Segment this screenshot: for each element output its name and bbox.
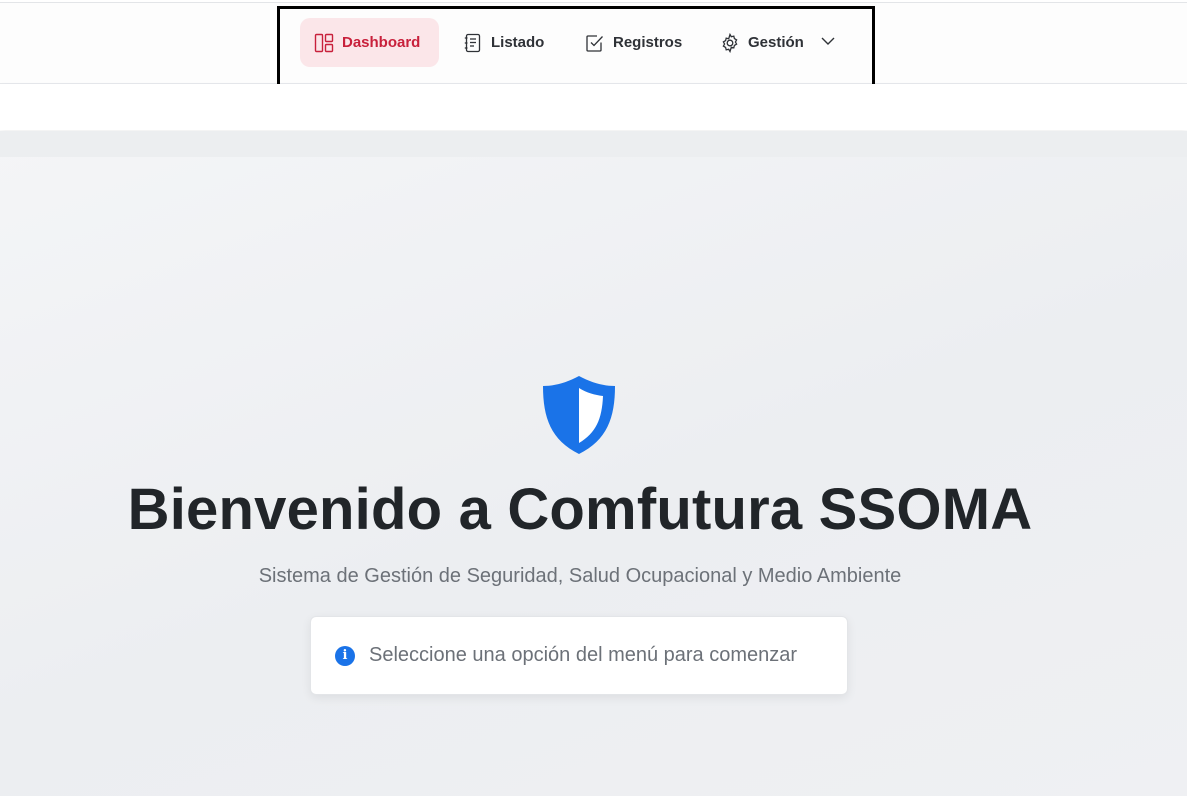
- gear-icon: [720, 32, 740, 53]
- info-message-card: i Seleccione una opción del menú para co…: [310, 616, 848, 695]
- secondary-bar: [0, 84, 1187, 130]
- nav-item-label: Listado: [491, 34, 545, 51]
- info-circle-icon: i: [335, 645, 355, 666]
- checkbox-icon: [585, 33, 605, 53]
- shield-icon: [540, 374, 618, 456]
- nav-item-label: Dashboard: [342, 34, 421, 51]
- top-navbar: Dashboard Listado Registros Gestión: [0, 3, 1187, 87]
- page-subtitle: Sistema de Gestión de Seguridad, Salud O…: [258, 565, 902, 587]
- nav-item-label: Gestión: [748, 34, 804, 51]
- nav-item-dashboard[interactable]: Dashboard: [300, 18, 439, 67]
- nav-item-registros[interactable]: Registros: [571, 18, 696, 67]
- main-content: Bienvenido a Comfutura SSOMA Sistema de …: [0, 131, 1187, 796]
- nav-item-gestion[interactable]: Gestión: [706, 18, 848, 67]
- nav-item-label: Registros: [613, 34, 683, 51]
- chevron-down-icon[interactable]: [820, 33, 836, 53]
- nav-item-listado[interactable]: Listado: [449, 18, 559, 67]
- list-document-icon: [463, 33, 483, 53]
- info-message-text: Seleccione una opción del menú para come…: [369, 644, 798, 666]
- content-top-shade: [0, 131, 1187, 157]
- dashboard-layout-icon: [314, 33, 334, 53]
- page-title: Bienvenido a Comfutura SSOMA: [127, 477, 1033, 542]
